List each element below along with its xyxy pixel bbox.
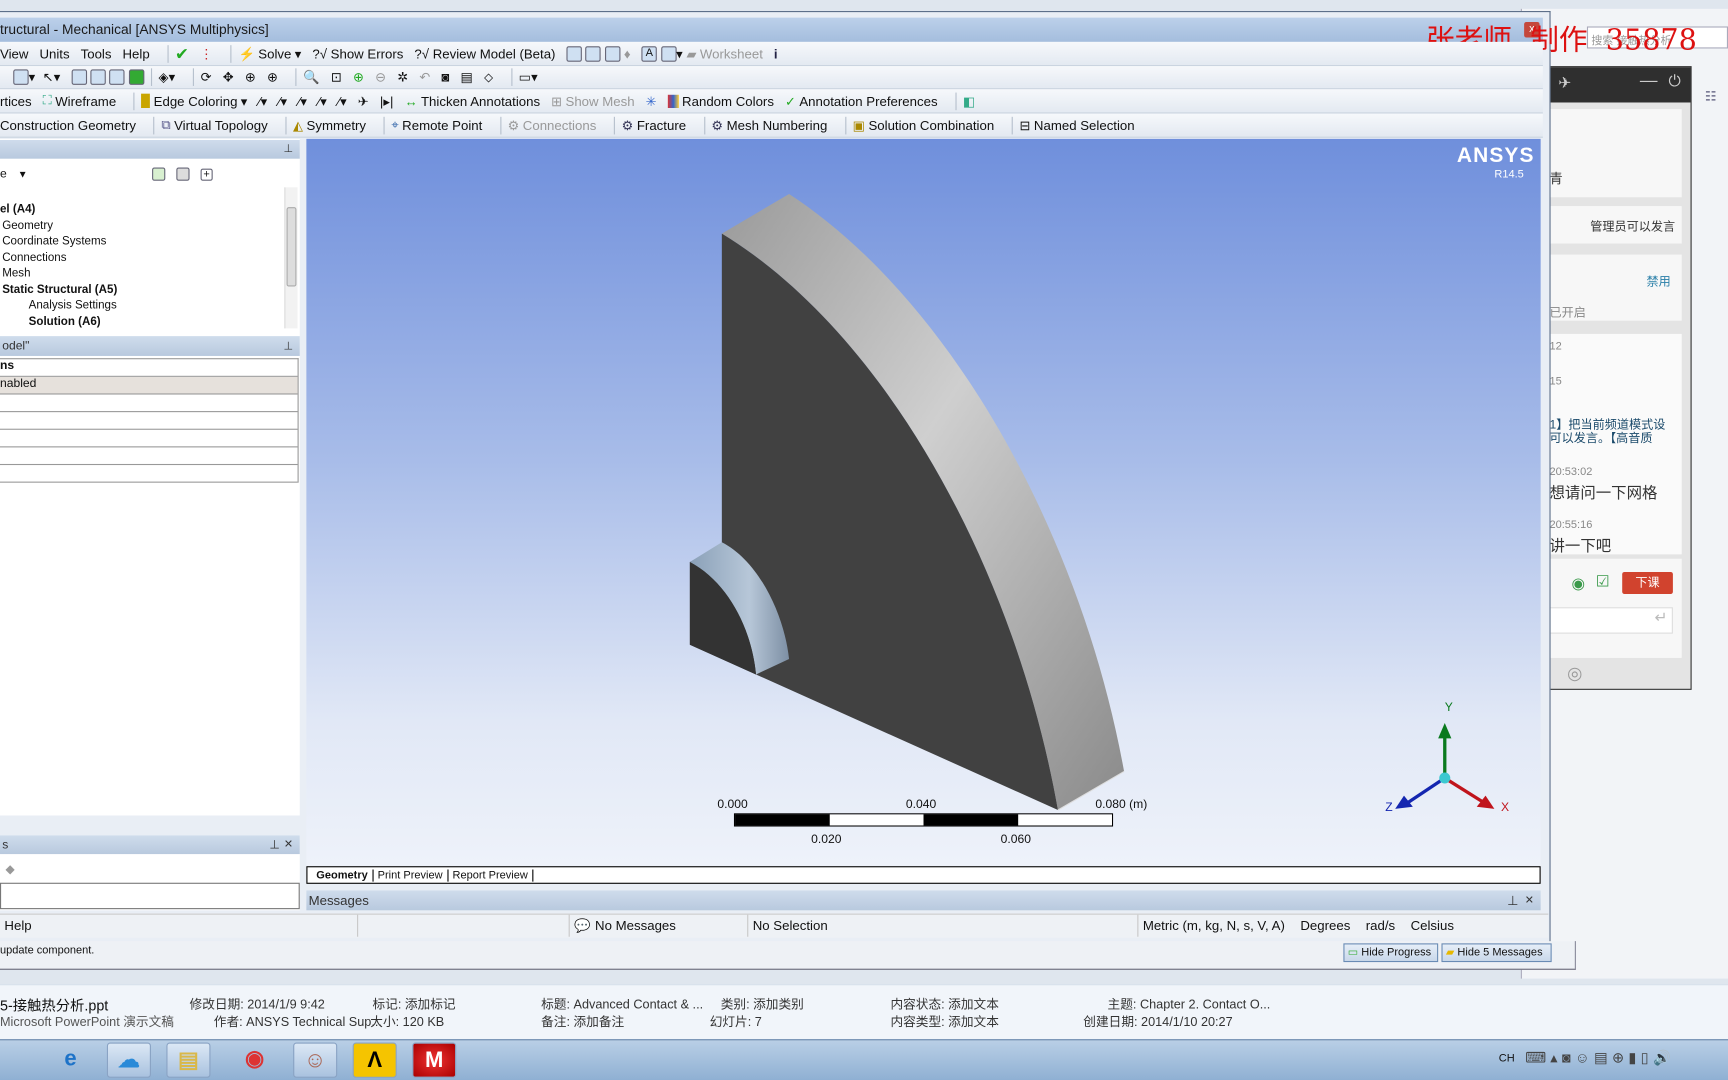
scale-label: 0.080 (m) [1095,797,1148,812]
category[interactable]: 类别: 添加类别 [721,995,804,1013]
scale-label: 0.000 [717,797,748,812]
messages-header: Messages ⊥ ✕ [306,890,1541,911]
axis-triad[interactable] [1384,701,1516,822]
taskbar-yy-icon[interactable]: ☺ [293,1042,338,1078]
message-icon: ▰ [1445,946,1455,959]
tab-report-preview[interactable]: Report Preview [448,868,534,882]
created-date: 创建日期: 2014/1/10 20:27 [1083,1016,1233,1030]
input-language[interactable]: CH [1499,1052,1515,1064]
scale-label: 0.060 [1000,833,1031,847]
taskbar-cloud-icon[interactable]: ☁ [106,1042,151,1078]
z-axis [1407,776,1446,804]
scale-bar [733,813,1114,827]
comments[interactable]: 备注: 添加备注 [541,1013,624,1031]
taskbar-m-icon[interactable]: M [412,1042,457,1078]
x-axis [1443,776,1485,804]
scale-label: 0.040 [905,797,937,812]
status-messages[interactable]: 💬 No Messages [568,914,748,937]
explorer-details-pane: 5-接触热分析.ppt Microsoft PowerPoint 演示文稿 修改… [0,984,1728,1040]
size: 大小: 120 KB [370,1016,445,1030]
messages-title: Messages [308,892,369,909]
y-arrow [1438,722,1452,739]
content-type[interactable]: 内容类型: 添加文本 [890,1013,998,1031]
subject[interactable]: 主题: Chapter 2. Contact O... [1108,995,1271,1013]
tags[interactable]: 标记: 添加标记 [372,995,455,1013]
workbench-status [0,941,1576,970]
z-axis-label: Z [1385,801,1393,815]
progress-icon: ▭ [1347,946,1359,959]
viewport-tabs: Geometry Print Preview Report Preview [306,866,1541,884]
x-axis-label: X [1500,801,1510,815]
message-icon: 💬 [574,917,591,934]
title-field[interactable]: 标题: Advanced Contact & ... [541,995,703,1013]
scale-label: 0.020 [811,833,842,847]
taskbar-chrome-icon[interactable]: ◉ [233,1043,277,1078]
tab-geometry[interactable]: Geometry [307,868,374,882]
author[interactable]: 作者: ANSYS Technical Sup... [214,1013,382,1031]
x-arrow [1476,795,1495,809]
status-empty [357,914,569,937]
close-icon[interactable]: ✕ [1525,894,1534,906]
hide-messages-button[interactable]: ▰ Hide 5 Messages [1441,943,1552,963]
workbench-status-text: update component. [0,944,95,957]
modified-date: 修改日期: 2014/1/9 9:42 [189,998,325,1012]
origin [1439,772,1451,784]
taskbar-explorer-icon[interactable]: ▤ [166,1042,211,1078]
slides: 幻灯片: 7 [709,1016,762,1030]
y-axis-label: Y [1444,700,1453,715]
system-tray-icons[interactable]: ⌨▴◙☺▤⊕▮▯🔊 [1525,1049,1675,1067]
content-status[interactable]: 内容状态: 添加文本 [890,995,998,1013]
hide-progress-button[interactable]: ▭ Hide Progress [1343,943,1439,963]
file-type: Microsoft PowerPoint 演示文稿 [0,1016,174,1030]
taskbar-ansys-icon[interactable]: Λ [352,1042,397,1078]
pin-icon[interactable]: ⊥ [1507,893,1519,908]
status-units[interactable]: Metric (m, kg, N, s, V, A) Degrees rad/s Ce… [1137,914,1534,937]
status-help: Help [4,917,32,934]
tab-print-preview[interactable]: Print Preview [373,868,449,882]
status-selection: No Selection [747,914,1137,937]
taskbar-ie-icon[interactable]: e [48,1043,92,1078]
